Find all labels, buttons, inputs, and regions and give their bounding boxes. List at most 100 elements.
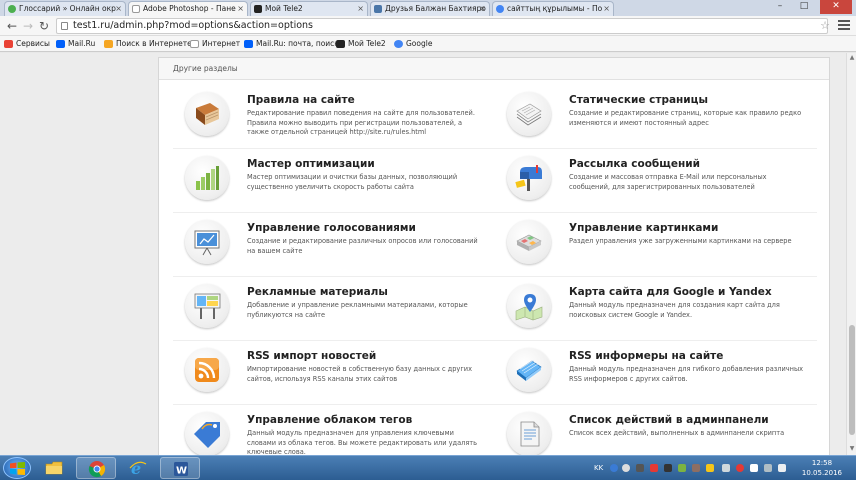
taskbar-chrome[interactable] [76, 457, 116, 479]
tab-title: Adobe Photoshop - Пане [143, 4, 236, 13]
section-rss-informers[interactable]: RSS информеры на сайте Данный модуль пре… [481, 344, 803, 404]
bookmark-tele2[interactable]: Мой Tele2 [336, 36, 386, 51]
close-icon[interactable]: × [115, 2, 122, 15]
tray-app-icon[interactable] [650, 464, 658, 472]
bookmark-google[interactable]: Google [394, 36, 432, 51]
minimize-button[interactable]: – [768, 0, 792, 14]
section-description: Создание и редактирование страниц, котор… [569, 109, 802, 127]
section-title: Статические страницы [569, 94, 708, 106]
bookmark-star-icon[interactable]: ☆ [820, 19, 830, 32]
section-rules[interactable]: Правила на сайте Редактирование правил п… [159, 88, 479, 148]
menu-icon[interactable] [838, 20, 850, 32]
network-icon[interactable] [764, 464, 772, 472]
close-icon[interactable]: × [479, 2, 486, 15]
word-icon: W [174, 462, 188, 477]
scroll-thumb[interactable] [849, 325, 855, 435]
section-rss-import[interactable]: RSS импорт новостей Импортирование новос… [159, 344, 479, 404]
bookmark-services[interactable]: Сервисы [4, 36, 50, 51]
close-icon[interactable]: × [603, 2, 610, 15]
bookmark-label: Мой Tele2 [348, 39, 386, 48]
tray-app-icon[interactable] [636, 464, 644, 472]
page-icon [132, 5, 140, 13]
bookmark-internet[interactable]: Интернет [190, 36, 240, 51]
browser-tab-2[interactable]: Adobe Photoshop - Пане × [128, 1, 248, 16]
section-description: Редактирование правил поведения на сайте… [247, 109, 475, 136]
close-icon[interactable]: × [237, 2, 244, 15]
other-sections-panel: Другие разделы Правила на сайте Редактир… [158, 57, 830, 455]
bookmark-label: Интернет [202, 39, 241, 48]
bookmark-label: Mail.Ru: почта, поиск [256, 39, 339, 48]
tray-app-icon[interactable] [692, 464, 700, 472]
scroll-down-arrow[interactable]: ▼ [848, 445, 856, 453]
section-admin-log[interactable]: Список действий в админпанели Список все… [481, 408, 801, 455]
section-mailing[interactable]: Рассылка сообщений Создание и массовая о… [481, 152, 801, 212]
section-title: Рекламные материалы [247, 286, 388, 298]
section-images[interactable]: Управление картинками Раздел управления … [481, 216, 801, 276]
bookmark-mailru[interactable]: Mail.Ru [56, 36, 95, 51]
section-tag-cloud[interactable]: Управление облаком тегов Данный модуль п… [159, 408, 479, 455]
bookmark-label: Google [406, 39, 433, 48]
taskbar-word[interactable]: W [160, 457, 200, 479]
taskbar-explorer[interactable] [34, 457, 74, 479]
scroll-up-arrow[interactable]: ▲ [848, 54, 856, 62]
section-sitemap[interactable]: Карта сайта для Google и Yandex Данный м… [481, 280, 801, 340]
section-title: Управление картинками [569, 222, 719, 234]
chrome-icon [88, 461, 106, 478]
search-icon [104, 40, 113, 48]
tele2-icon [336, 40, 345, 48]
vk-icon [374, 5, 382, 13]
clock-date: 10.05.2016 [801, 469, 842, 477]
taskbar-ie[interactable]: e [118, 457, 158, 479]
tab-title: Мой Tele2 [265, 4, 303, 13]
back-button[interactable]: ← [4, 18, 20, 34]
flag-icon[interactable] [750, 464, 758, 472]
tray-language[interactable]: KK [594, 456, 603, 480]
windows-logo-icon [10, 462, 25, 475]
mailbox-icon [507, 156, 551, 200]
panel-header: Другие разделы [159, 58, 829, 80]
close-window-button[interactable]: ✕ [820, 0, 852, 14]
page-icon [190, 40, 199, 48]
bookmark-mailru-mail[interactable]: Mail.Ru: почта, поиск [244, 36, 339, 51]
section-title: Мастер оптимизации [247, 158, 375, 170]
close-icon[interactable]: × [357, 2, 364, 15]
browser-tab-1[interactable]: Глоссарий » Онлайн окр × [4, 1, 126, 16]
clock-icon[interactable] [622, 464, 630, 472]
maximize-button[interactable]: □ [792, 0, 816, 14]
start-button[interactable] [3, 457, 31, 479]
help-icon[interactable] [610, 464, 618, 472]
browser-tab-5[interactable]: сайттың құрылымы - По × [492, 1, 614, 16]
system-clock[interactable]: 12:58 10.05.2016 [802, 458, 842, 478]
google-icon [496, 5, 504, 13]
section-static-pages[interactable]: Статические страницы Создание и редактир… [481, 88, 801, 148]
tray-app-icon[interactable] [706, 464, 714, 472]
tray-app-icon[interactable] [678, 464, 686, 472]
section-optimization[interactable]: Мастер оптимизации Мастер оптимизации и … [159, 152, 479, 212]
mailru-icon [56, 40, 65, 48]
section-polls[interactable]: Управление голосованиями Создание и реда… [159, 216, 479, 276]
section-title: Правила на сайте [247, 94, 355, 106]
tray-app-icon[interactable] [664, 464, 672, 472]
section-description: Создание и массовая отправка E-Mail или … [569, 173, 767, 191]
browser-tab-4[interactable]: Друзья Балжан Бахтияро × [370, 1, 490, 16]
speaker-icon[interactable] [778, 464, 786, 472]
address-text: test1.ru/admin.php?mod=options&action=op… [73, 20, 313, 31]
browser-tab-3[interactable]: Мой Tele2 × [250, 1, 368, 16]
bookmark-search[interactable]: Поиск в Интернете [104, 36, 192, 51]
tab-strip: Глоссарий » Онлайн окр × Adobe Photoshop… [0, 0, 856, 16]
section-title: Карта сайта для Google и Yandex [569, 286, 772, 298]
clock-time: 12:58 [811, 459, 833, 467]
address-bar[interactable]: test1.ru/admin.php?mod=options&action=op… [56, 18, 828, 34]
reload-button[interactable]: ↻ [36, 18, 52, 34]
presentation-icon [185, 220, 229, 264]
bar-chart-icon [185, 156, 229, 200]
forward-button[interactable]: → [20, 18, 36, 34]
tray-app-icon[interactable] [736, 464, 744, 472]
section-title: Управление облаком тегов [247, 414, 413, 426]
volume-icon[interactable] [722, 464, 730, 472]
bookmark-label: Mail.Ru [68, 39, 96, 48]
section-ads[interactable]: Рекламные материалы Добавление и управле… [159, 280, 479, 340]
tab-title: Глоссарий » Онлайн окр [19, 4, 116, 13]
bookmark-label: Сервисы [16, 39, 50, 48]
page-scrollbar[interactable]: ▲ ▼ [846, 53, 856, 455]
